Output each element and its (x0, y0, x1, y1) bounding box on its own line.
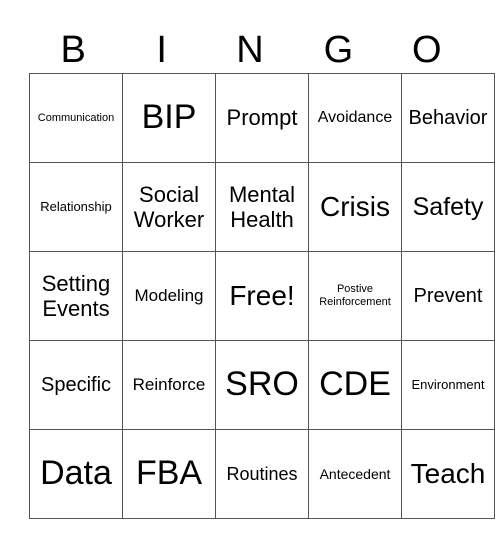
bingo-cell[interactable]: CDE (308, 340, 402, 430)
bingo-cell[interactable]: Safety (401, 162, 495, 252)
bingo-cell[interactable]: Relationship (29, 162, 123, 252)
header-letter-g: G (323, 29, 354, 71)
bingo-cell[interactable]: Data (29, 429, 123, 519)
bingo-cell[interactable]: Teach (401, 429, 495, 519)
bingo-cell[interactable]: Routines (215, 429, 309, 519)
header-letter-o: O (412, 29, 442, 71)
bingo-cell[interactable]: Postive Reinforcement (308, 251, 402, 341)
bingo-cell[interactable]: Environment (401, 340, 495, 430)
bingo-cell[interactable]: Mental Health (215, 162, 309, 252)
bingo-cell[interactable]: Antecedent (308, 429, 402, 519)
header-letter-i: I (156, 29, 167, 71)
bingo-cell[interactable]: Modeling (122, 251, 216, 341)
grid-row: Data FBA Routines Antecedent Teach (29, 429, 495, 519)
grid-row: Communication BIP Prompt Avoidance Behav… (29, 73, 495, 163)
bingo-cell[interactable]: Communication (29, 73, 123, 163)
bingo-cell[interactable]: FBA (122, 429, 216, 519)
bingo-cell[interactable]: Prompt (215, 73, 309, 163)
bingo-cell free-space[interactable]: Free! (215, 251, 309, 341)
grid-row: Specific Reinforce SRO CDE Environment (29, 340, 495, 430)
bingo-cell[interactable]: Prevent (401, 251, 495, 341)
grid-row: Setting Events Modeling Free! Postive Re… (29, 251, 495, 341)
grid-row: Relationship Social Worker Mental Health… (29, 162, 495, 252)
bingo-cell[interactable]: Setting Events (29, 251, 123, 341)
bingo-cell[interactable]: Crisis (308, 162, 402, 252)
bingo-cell[interactable]: Specific (29, 340, 123, 430)
header-letter-n: N (236, 29, 264, 71)
bingo-cell[interactable]: Social Worker (122, 162, 216, 252)
bingo-cell[interactable]: SRO (215, 340, 309, 430)
bingo-cell[interactable]: Behavior (401, 73, 495, 163)
bingo-cell[interactable]: Reinforce (122, 340, 216, 430)
bingo-cell[interactable]: Avoidance (308, 73, 402, 163)
bingo-grid: Communication BIP Prompt Avoidance Behav… (29, 73, 495, 519)
bingo-cell[interactable]: BIP (122, 73, 216, 163)
header-letter-b: B (60, 29, 86, 71)
bingo-header: B I N G O (29, 28, 471, 73)
